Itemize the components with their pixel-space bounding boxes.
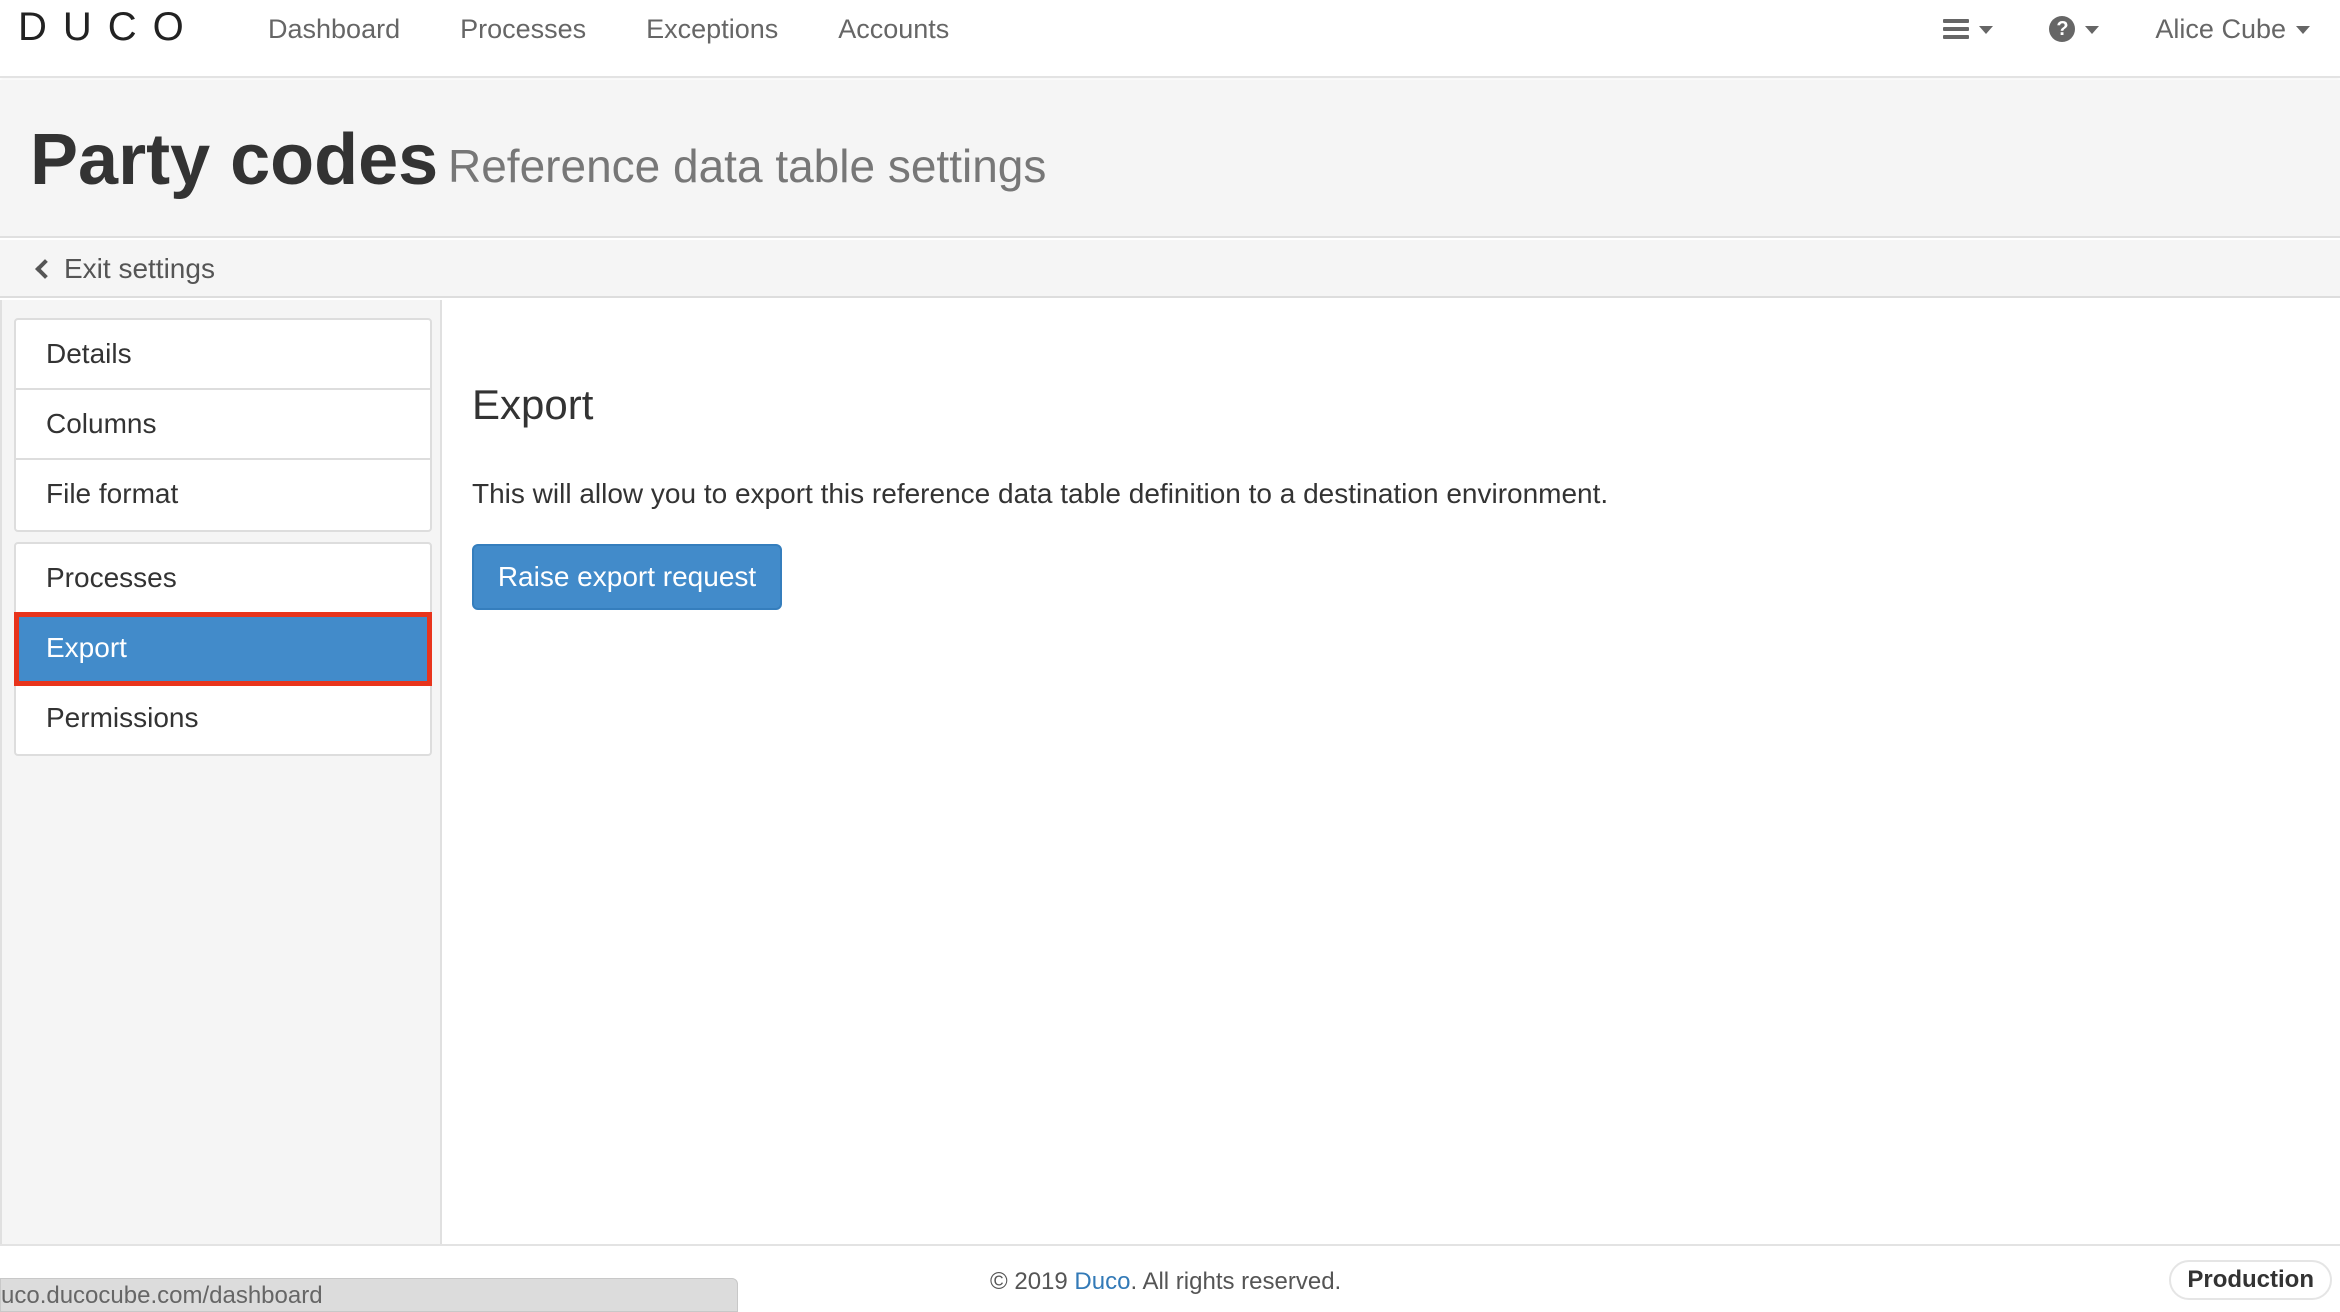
menu-dropdown[interactable]	[1943, 19, 1994, 39]
browser-status-url: uco.ducocube.com/dashboard	[0, 1278, 738, 1312]
sidebar-item-export[interactable]: Export	[14, 612, 432, 686]
main-nav: Dashboard Processes Exceptions Accounts	[268, 0, 1009, 58]
help-dropdown[interactable]: ?	[2049, 16, 2100, 42]
nav-processes[interactable]: Processes	[460, 0, 586, 58]
caret-down-icon	[1979, 26, 1994, 34]
page-title: Party codes	[30, 120, 439, 200]
top-navbar: DUCO Dashboard Processes Exceptions Acco…	[0, 0, 2340, 78]
caret-down-icon	[2296, 26, 2310, 34]
section-title: Export	[472, 381, 594, 428]
user-dropdown[interactable]: Alice Cube	[2155, 14, 2310, 45]
copyright-prefix: © 2019	[990, 1268, 1075, 1295]
nav-right: ? Alice Cube	[1887, 0, 2310, 58]
nav-accounts[interactable]: Accounts	[838, 0, 949, 58]
hamburger-icon	[1943, 19, 1970, 39]
exit-settings-link[interactable]: Exit settings	[34, 248, 215, 290]
main-content: Export This will allow you to export thi…	[444, 300, 2340, 1244]
nav-dashboard[interactable]: Dashboard	[268, 0, 400, 58]
raise-export-request-button[interactable]: Raise export request	[472, 544, 782, 610]
page-header: Party codes Reference data table setting…	[0, 80, 2340, 238]
copyright-suffix: . All rights reserved.	[1130, 1268, 1342, 1295]
user-name: Alice Cube	[2155, 13, 2286, 44]
settings-sidebar: Details Columns File format Processes Ex…	[0, 300, 442, 1244]
nav-exceptions[interactable]: Exceptions	[646, 0, 778, 58]
exit-bar: Exit settings	[0, 240, 2340, 298]
sidebar-item-columns[interactable]: Columns	[16, 390, 430, 460]
duco-logo[interactable]: DUCO	[18, 6, 200, 48]
exit-settings-label: Exit settings	[64, 253, 215, 284]
sidebar-item-permissions[interactable]: Permissions	[16, 684, 430, 754]
sidebar-group-table: Details Columns File format	[14, 318, 432, 532]
caret-down-icon	[2085, 26, 2100, 34]
export-description: This will allow you to export this refer…	[472, 478, 1609, 509]
sidebar-group-other: Processes Export Permissions	[14, 542, 432, 756]
page-subtitle: Reference data table settings	[448, 140, 1047, 192]
sidebar-item-file-format[interactable]: File format	[16, 460, 430, 530]
duco-link[interactable]: Duco	[1074, 1268, 1130, 1295]
environment-badge: Production	[2169, 1260, 2332, 1300]
sidebar-item-details[interactable]: Details	[16, 320, 430, 390]
copyright-text: © 2019 Duco. All rights reserved.	[990, 1268, 1341, 1296]
sidebar-item-processes[interactable]: Processes	[16, 544, 430, 614]
chevron-left-icon	[35, 259, 55, 279]
question-circle-icon: ?	[2049, 16, 2076, 42]
